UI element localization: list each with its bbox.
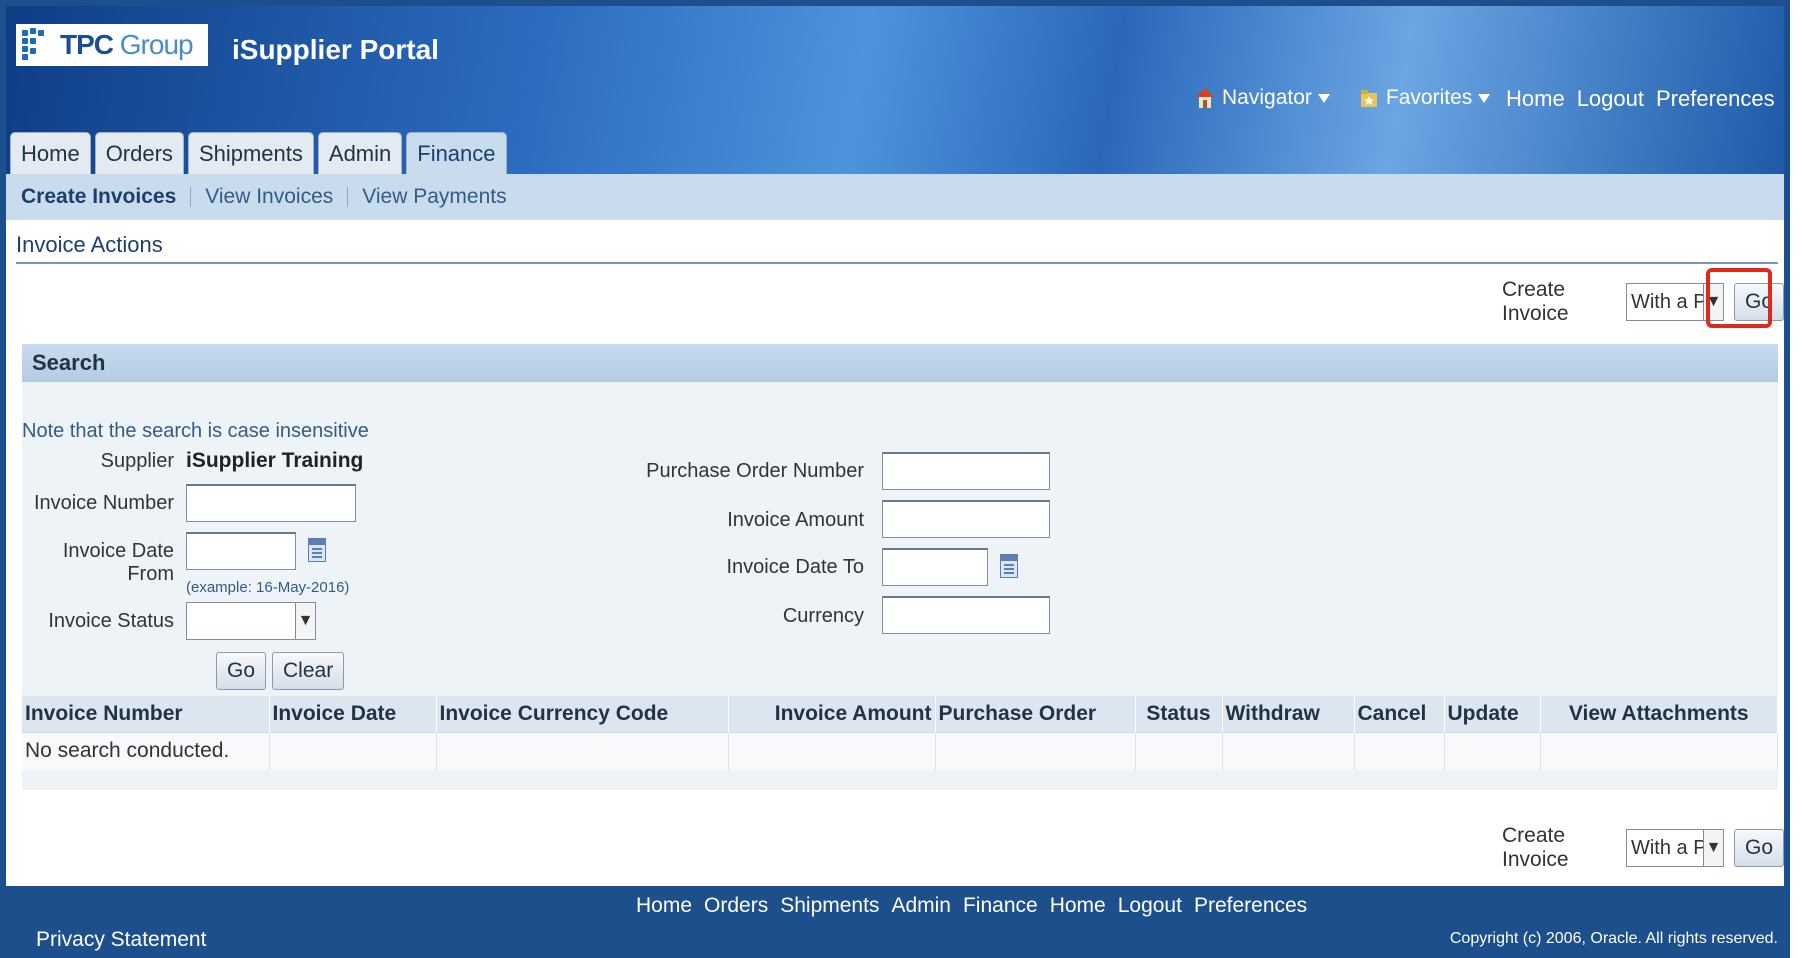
tab-finance[interactable]: Finance: [406, 132, 507, 174]
subtab-view-payments[interactable]: View Payments: [348, 186, 520, 207]
company-logo: TPC Group: [16, 24, 208, 66]
invoice-date-from-input[interactable]: [186, 532, 296, 570]
tab-admin[interactable]: Admin: [317, 132, 403, 174]
currency-label: Currency: [782, 605, 864, 627]
footer-link-orders[interactable]: Orders: [704, 894, 768, 918]
subtab-view-invoices[interactable]: View Invoices: [191, 186, 349, 207]
app-window: TPC Group iSupplier Portal Navigator Fav…: [0, 0, 1790, 958]
chevron-down-icon: [1478, 93, 1491, 103]
invoice-amount-label: Invoice Amount: [727, 509, 864, 531]
calendar-icon[interactable]: [308, 538, 326, 562]
invoice-number-input[interactable]: [186, 484, 356, 522]
navigator-menu[interactable]: Navigator: [1196, 86, 1330, 110]
create-invoice-go-button[interactable]: Go: [1733, 829, 1784, 867]
po-number-label: Purchase Order Number: [646, 460, 864, 482]
currency-input[interactable]: [882, 596, 1050, 634]
house-icon: [1196, 88, 1214, 108]
search-header: Search: [22, 344, 1778, 382]
col-invoice-number[interactable]: Invoice Number: [22, 696, 270, 732]
sub-tabs: Create Invoices View Invoices View Payme…: [6, 174, 1784, 220]
create-invoice-row-bottom: Create Invoice With a PO ▼ Go: [1502, 824, 1784, 872]
chevron-down-icon: ▼: [295, 603, 315, 639]
footer-link-finance[interactable]: Finance: [963, 894, 1038, 918]
tab-shipments[interactable]: Shipments: [187, 132, 314, 174]
header-link-logout[interactable]: Logout: [1577, 86, 1644, 112]
supplier-label: Supplier: [100, 450, 174, 472]
date-format-example: (example: 16-May-2016): [186, 579, 350, 596]
chevron-down-icon: ▼: [1702, 830, 1723, 866]
footer-link-home[interactable]: Home: [636, 894, 692, 918]
col-invoice-currency-code[interactable]: Invoice Currency Code: [436, 696, 729, 732]
table-header-row: Invoice Number Invoice Date Invoice Curr…: [22, 696, 1778, 732]
logo-dots-icon: [22, 28, 56, 62]
create-invoice-select-value: With a PO: [1630, 290, 1703, 313]
privacy-statement-link[interactable]: Privacy Statement: [36, 928, 206, 952]
invoice-date-to-input[interactable]: [882, 548, 988, 586]
create-invoice-label: Create Invoice: [1502, 278, 1569, 325]
invoice-date-to-label: Invoice Date To: [726, 556, 865, 578]
footer-links: Home Orders Shipments Admin Finance Home…: [636, 894, 1307, 918]
highlight-annotation: [1706, 268, 1772, 328]
tab-orders[interactable]: Orders: [94, 132, 184, 174]
subtab-create-invoices[interactable]: Create Invoices: [16, 186, 192, 207]
header-link-home[interactable]: Home: [1506, 86, 1565, 112]
footer-link-shipments[interactable]: Shipments: [780, 894, 879, 918]
invoice-amount-input[interactable]: [882, 500, 1050, 538]
logo-brand-bold: TPC: [60, 29, 114, 60]
col-view-attachments: View Attachments: [1540, 696, 1778, 732]
supplier-value: iSupplier Training: [186, 449, 364, 472]
create-invoice-select-value: With a PO: [1630, 836, 1703, 859]
navigator-label: Navigator: [1222, 86, 1312, 109]
table-row: No search conducted.: [22, 731, 1778, 770]
invoice-actions-heading: Invoice Actions: [16, 232, 1778, 264]
search-note: Note that the search is case insensitive: [22, 420, 369, 442]
col-withdraw: Withdraw: [1222, 696, 1355, 732]
col-update: Update: [1444, 696, 1541, 732]
copyright-text: Copyright (c) 2006, Oracle. All rights r…: [1449, 930, 1778, 947]
footer: Home Orders Shipments Admin Finance Home…: [6, 886, 1784, 952]
footer-link-admin[interactable]: Admin: [891, 894, 951, 918]
results-table: Invoice Number Invoice Date Invoice Curr…: [22, 696, 1778, 788]
calendar-icon[interactable]: [1000, 554, 1018, 578]
invoice-number-label: Invoice Number: [33, 492, 174, 514]
favorites-label: Favorites: [1385, 86, 1473, 109]
search-go-button[interactable]: Go: [216, 652, 267, 690]
invoice-status-label: Invoice Status: [48, 610, 174, 632]
header-links: Home Logout Preferences: [1506, 86, 1775, 112]
col-cancel: Cancel: [1354, 696, 1445, 732]
search-clear-button[interactable]: Clear: [272, 652, 345, 690]
col-invoice-amount[interactable]: Invoice Amount: [728, 696, 936, 732]
main-tabs: Home Orders Shipments Admin Finance: [10, 132, 507, 174]
app-title: iSupplier Portal: [232, 34, 439, 65]
empty-message: No search conducted.: [22, 731, 270, 770]
tab-home[interactable]: Home: [10, 132, 91, 174]
footer-link-logout[interactable]: Logout: [1118, 894, 1182, 918]
header-link-preferences[interactable]: Preferences: [1656, 86, 1775, 112]
col-status[interactable]: Status: [1135, 696, 1223, 732]
invoice-status-select[interactable]: ▼: [186, 602, 316, 640]
global-menu: Navigator Favorites: [1196, 86, 1520, 110]
create-invoice-label: Create Invoice: [1502, 824, 1569, 871]
favorites-menu[interactable]: Favorites: [1360, 86, 1491, 110]
col-purchase-order[interactable]: Purchase Order: [935, 696, 1136, 732]
footer-link-home-2[interactable]: Home: [1050, 894, 1106, 918]
col-invoice-date[interactable]: Invoice Date: [269, 696, 437, 732]
logo-brand-light: Group: [113, 29, 194, 60]
po-number-input[interactable]: [882, 452, 1050, 490]
chevron-down-icon: [1317, 93, 1330, 103]
invoice-date-from-label: Invoice Date From: [62, 540, 174, 585]
footer-link-preferences[interactable]: Preferences: [1194, 894, 1307, 918]
create-invoice-select[interactable]: With a PO ▼: [1625, 829, 1724, 867]
header-banner: TPC Group iSupplier Portal Navigator Fav…: [6, 6, 1784, 174]
favorites-folder-icon: [1360, 90, 1377, 107]
